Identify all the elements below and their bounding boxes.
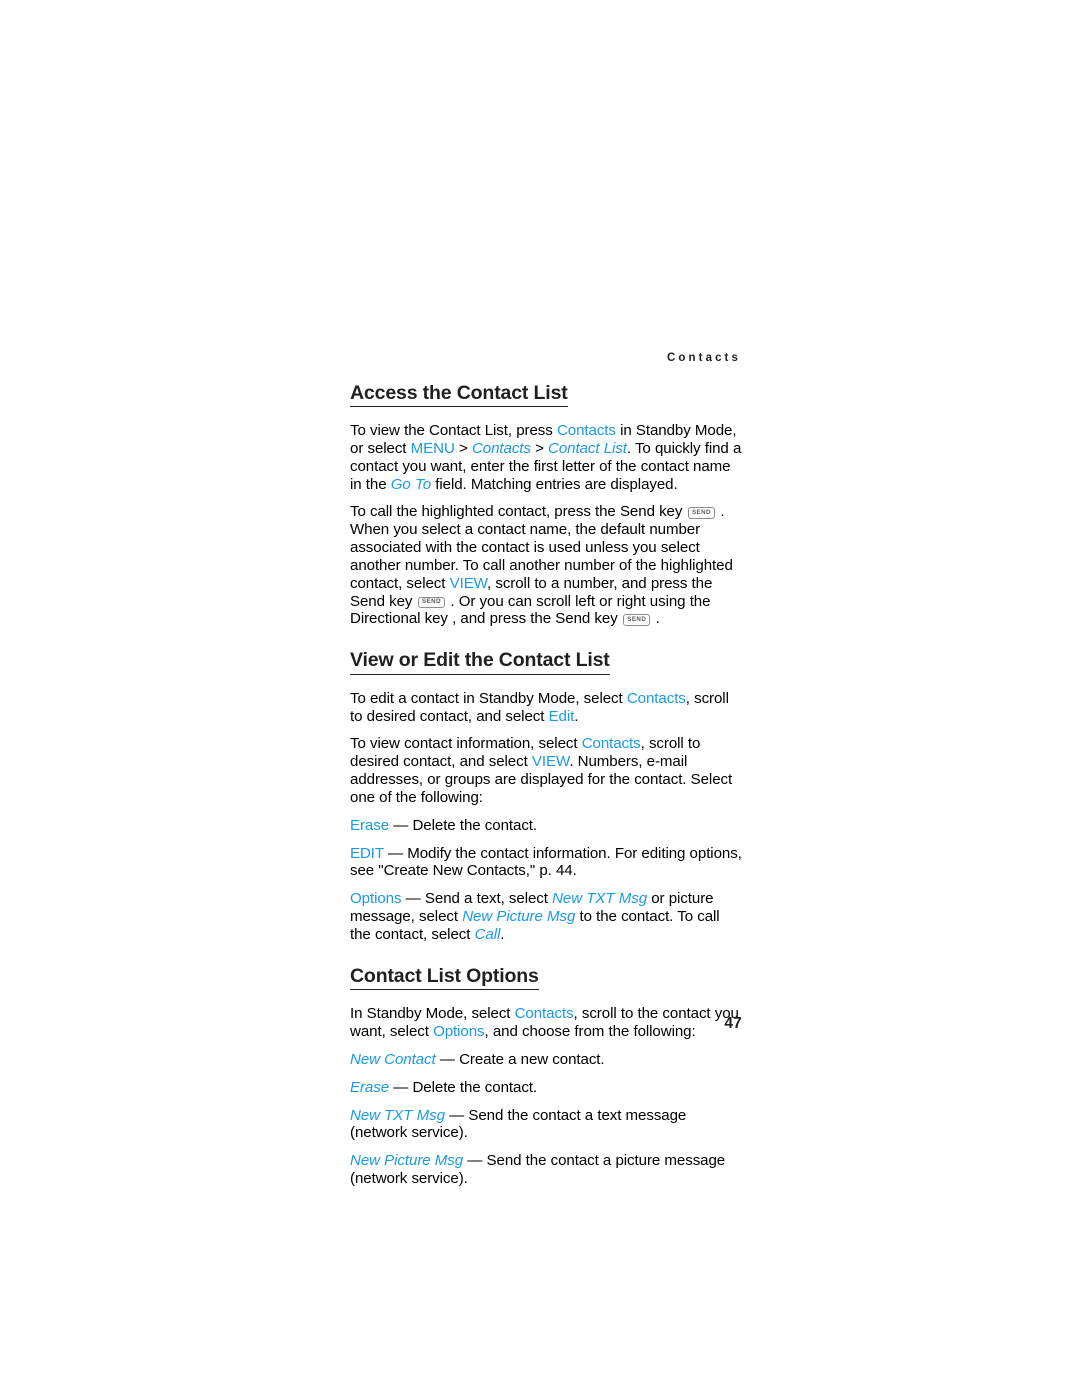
emphasis-run: Go To	[390, 475, 432, 493]
emphasis-run: MENU	[410, 439, 455, 457]
section-heading-wrap: View or Edit the Contact List	[350, 648, 742, 682]
emphasis-run: Call	[474, 925, 501, 943]
page-content: Contacts Access the Contact List To view …	[350, 352, 742, 1198]
send-key-icon: SEND	[417, 596, 446, 609]
section-heading: Contact List Options	[350, 964, 539, 991]
emphasis-run: Contacts	[471, 439, 531, 457]
paragraph-p4: To view contact information, select Cont…	[350, 735, 742, 806]
text-run: .	[574, 707, 579, 725]
emphasis-run: Erase	[350, 816, 390, 834]
paragraph-p11: New TXT Msg — Send the contact a text me…	[350, 1107, 742, 1143]
running-head: Contacts	[666, 352, 741, 364]
emphasis-run: VIEW	[449, 574, 488, 592]
section-heading: Access the Contact List	[350, 381, 568, 408]
emphasis-run: Erase	[350, 1078, 390, 1096]
emphasis-run: EDIT	[350, 844, 384, 862]
text-run: — Modify the contact information. For ed…	[350, 844, 742, 880]
send-key-icon: SEND	[622, 614, 651, 626]
emphasis-run: New TXT Msg	[552, 890, 648, 908]
emphasis-run: Contacts	[626, 689, 686, 707]
paragraph-p7: Options — Send a text, select New TXT Ms…	[350, 890, 742, 944]
text-run: To call the highlighted contact, press t…	[350, 503, 687, 521]
text-run: To edit a contact in Standby Mode, selec…	[350, 689, 627, 707]
emphasis-run: VIEW	[531, 753, 570, 771]
paragraph-p1: To view the Contact List, press Contacts…	[350, 422, 742, 493]
emphasis-run: Contacts	[556, 422, 616, 440]
emphasis-run: New Contact	[350, 1050, 436, 1068]
paragraph-p6: EDIT — Modify the contact information. F…	[350, 845, 742, 881]
paragraph-p2: To call the highlighted contact, press t…	[350, 503, 742, 628]
page-number: 47	[724, 1015, 742, 1032]
text-run: >	[454, 439, 472, 457]
sections-container: Access the Contact List To view the Conta…	[350, 381, 742, 1188]
text-run: >	[530, 439, 549, 457]
emphasis-run: Contact List	[548, 439, 627, 457]
text-run: .	[651, 610, 660, 628]
text-run: — Create a new contact.	[435, 1050, 605, 1068]
emphasis-run: Options	[350, 890, 402, 908]
text-run: — Send a text, select	[401, 890, 553, 908]
text-run: — Delete the contact.	[389, 1078, 538, 1096]
send-key-icon: SEND	[687, 507, 716, 519]
emphasis-run: New Picture Msg	[462, 908, 576, 926]
text-run: field. Matching entries are displayed.	[431, 475, 678, 493]
paragraph-p3: To edit a contact in Standby Mode, selec…	[350, 690, 742, 726]
text-run: .	[500, 925, 505, 943]
manual-page: Contacts Access the Contact List To view …	[0, 0, 1080, 1397]
paragraph-p12: New Picture Msg — Send the contact a pic…	[350, 1152, 742, 1188]
text-run: To view the Contact List, press	[350, 422, 557, 440]
section-heading-wrap: Access the Contact List	[350, 381, 742, 415]
text-run: To view contact information, select	[350, 735, 582, 753]
section-heading-wrap: Contact List Options	[350, 964, 742, 998]
emphasis-run: Edit	[548, 707, 575, 725]
emphasis-run: New TXT Msg	[350, 1106, 445, 1124]
emphasis-run: New Picture Msg	[350, 1152, 464, 1170]
emphasis-run: Contacts	[581, 735, 641, 753]
section-heading: View or Edit the Contact List	[350, 648, 610, 675]
text-run: — Delete the contact.	[389, 816, 538, 834]
paragraph-p9: New Contact — Create a new contact.	[350, 1051, 742, 1069]
paragraph-p10: Erase — Delete the contact.	[350, 1079, 742, 1097]
paragraph-p5: Erase — Delete the contact.	[350, 817, 742, 835]
